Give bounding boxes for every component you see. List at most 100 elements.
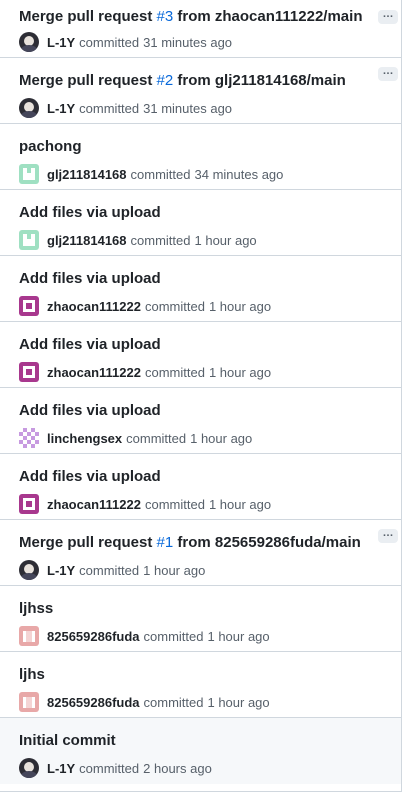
commit-time: 1 hour ago	[208, 496, 272, 512]
author-link[interactable]: zhaocan111222	[47, 497, 141, 512]
commit-row[interactable]: Initial commit L-1Y committed 2 hours ag…	[0, 718, 401, 784]
commit-title-text[interactable]: Add files via upload	[19, 204, 161, 221]
avatar[interactable]	[19, 560, 39, 580]
commit-title-text[interactable]: from 825659286fuda/main	[173, 534, 360, 551]
commit-meta: L-1Y committed 1 hour ago	[19, 560, 205, 580]
commit-row[interactable]: pachong glj211814168 committed 34 minute…	[0, 124, 401, 190]
commit-meta: glj211814168 committed 1 hour ago	[19, 230, 257, 250]
author-link[interactable]: L-1Y	[47, 35, 75, 50]
commit-time: 1 hour ago	[207, 694, 270, 710]
commit-verb: committed	[79, 100, 140, 116]
author-link[interactable]: zhaocan111222	[47, 365, 141, 380]
commit-row[interactable]: Add files via upload zhaocan111222 commi…	[0, 322, 401, 388]
commit-title-text[interactable]: pachong	[19, 138, 82, 155]
commit-title-text[interactable]: Initial commit	[19, 732, 116, 749]
avatar[interactable]	[19, 626, 39, 646]
commit-title[interactable]: Add files via upload	[19, 270, 161, 287]
commit-title[interactable]: ljhs	[19, 666, 45, 683]
commit-title-text[interactable]: Add files via upload	[19, 402, 161, 419]
commit-time: 31 minutes ago	[143, 34, 233, 50]
commit-title[interactable]: Merge pull request #2 from glj211814168/…	[19, 72, 346, 89]
commit-verb: committed	[144, 298, 205, 314]
avatar[interactable]	[19, 296, 39, 316]
avatar[interactable]	[19, 758, 39, 778]
commit-verb: committed	[126, 430, 187, 446]
commit-time: 31 minutes ago	[143, 100, 233, 116]
commit-meta: glj211814168 committed 34 minutes ago	[19, 164, 283, 184]
avatar[interactable]	[19, 362, 39, 382]
commit-row[interactable]: ljhss 825659286fuda committed 1 hour ago	[0, 586, 401, 652]
commit-title-text[interactable]: Add files via upload	[19, 270, 161, 287]
commit-title[interactable]: Add files via upload	[19, 402, 161, 419]
commit-title-text[interactable]: Merge pull request	[19, 534, 157, 551]
commit-title-text[interactable]: Add files via upload	[19, 336, 161, 353]
commit-verb: committed	[143, 628, 204, 644]
commit-title[interactable]: Add files via upload	[19, 336, 161, 353]
commit-title-text[interactable]: Add files via upload	[19, 468, 161, 485]
commit-title[interactable]: Merge pull request #3 from zhaocan111222…	[19, 8, 362, 25]
commit-verb: committed	[79, 562, 140, 578]
author-link[interactable]: linchengsex	[47, 431, 122, 446]
commit-title[interactable]: ljhss	[19, 600, 53, 617]
pr-link[interactable]: #3	[157, 8, 174, 25]
commit-meta: 825659286fuda committed 1 hour ago	[19, 626, 270, 646]
commit-time: 1 hour ago	[190, 430, 253, 446]
commit-meta: zhaocan111222 committed 1 hour ago	[19, 362, 271, 382]
commit-verb: committed	[143, 694, 204, 710]
avatar[interactable]	[19, 692, 39, 712]
author-link[interactable]: glj211814168	[47, 167, 127, 182]
commit-time: 34 minutes ago	[194, 166, 284, 182]
commit-list: Merge pull request #3 from zhaocan111222…	[0, 0, 402, 792]
expand-message-button[interactable]: …	[378, 66, 398, 81]
commit-verb: committed	[144, 364, 205, 380]
commit-meta: L-1Y committed 2 hours ago	[19, 758, 212, 778]
author-link[interactable]: 825659286fuda	[47, 629, 140, 644]
commit-title[interactable]: Merge pull request #1 from 825659286fuda…	[19, 534, 361, 551]
avatar[interactable]	[19, 428, 39, 448]
commit-verb: committed	[130, 232, 191, 248]
commit-row[interactable]: Merge pull request #1 from 825659286fuda…	[0, 520, 401, 586]
commit-row[interactable]: Merge pull request #3 from zhaocan111222…	[0, 0, 401, 58]
commit-row[interactable]: Add files via upload glj211814168 commit…	[0, 190, 401, 256]
author-link[interactable]: L-1Y	[47, 101, 75, 116]
pr-link[interactable]: #1	[157, 534, 174, 551]
commit-meta: linchengsex committed 1 hour ago	[19, 428, 252, 448]
commit-time: 1 hour ago	[143, 562, 206, 578]
avatar[interactable]	[19, 494, 39, 514]
commit-meta: 825659286fuda committed 1 hour ago	[19, 692, 270, 712]
commit-row[interactable]: ljhs 825659286fuda committed 1 hour ago	[0, 652, 401, 718]
author-link[interactable]: L-1Y	[47, 563, 75, 578]
commit-verb: committed	[130, 166, 191, 182]
commit-row[interactable]: Add files via upload zhaocan111222 commi…	[0, 454, 401, 520]
author-link[interactable]: L-1Y	[47, 761, 75, 776]
commit-meta: L-1Y committed 31 minutes ago	[19, 98, 232, 118]
author-link[interactable]: zhaocan111222	[47, 299, 141, 314]
commit-title[interactable]: pachong	[19, 138, 82, 155]
commit-title[interactable]: Initial commit	[19, 732, 116, 749]
commit-meta: zhaocan111222 committed 1 hour ago	[19, 494, 271, 514]
commit-title[interactable]: Add files via upload	[19, 468, 161, 485]
author-link[interactable]: 825659286fuda	[47, 695, 140, 710]
commit-title-text[interactable]: from zhaocan111222/main	[173, 8, 362, 25]
avatar[interactable]	[19, 32, 39, 52]
commit-title-text[interactable]: from glj211814168/main	[173, 72, 345, 89]
commit-title[interactable]: Add files via upload	[19, 204, 161, 221]
pr-link[interactable]: #2	[157, 72, 174, 89]
commit-title-text[interactable]: ljhss	[19, 600, 53, 617]
commit-time: 1 hour ago	[208, 364, 272, 380]
commit-title-text[interactable]: Merge pull request	[19, 8, 157, 25]
commit-row[interactable]: Add files via upload zhaocan111222 commi…	[0, 256, 401, 322]
avatar[interactable]	[19, 164, 39, 184]
avatar[interactable]	[19, 230, 39, 250]
avatar[interactable]	[19, 98, 39, 118]
commit-time: 1 hour ago	[194, 232, 257, 248]
expand-message-button[interactable]: …	[378, 528, 398, 543]
commit-time: 1 hour ago	[207, 628, 270, 644]
commit-meta: L-1Y committed 31 minutes ago	[19, 32, 232, 52]
author-link[interactable]: glj211814168	[47, 233, 127, 248]
commit-title-text[interactable]: ljhs	[19, 666, 45, 683]
expand-message-button[interactable]: …	[378, 9, 398, 24]
commit-row[interactable]: Add files via upload linchengsex committ…	[0, 388, 401, 454]
commit-title-text[interactable]: Merge pull request	[19, 72, 157, 89]
commit-row[interactable]: Merge pull request #2 from glj211814168/…	[0, 58, 401, 124]
